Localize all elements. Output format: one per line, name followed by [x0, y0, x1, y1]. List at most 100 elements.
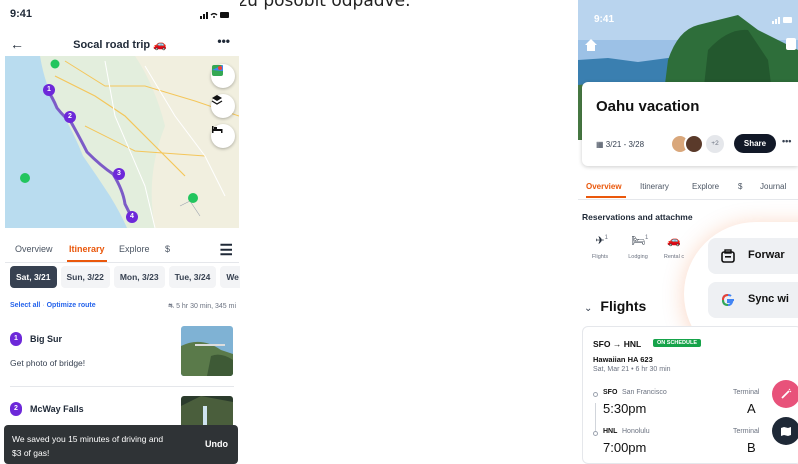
divider — [10, 386, 234, 387]
reservation-label: Rental c — [663, 254, 685, 260]
bed-icon[interactable] — [211, 124, 235, 148]
composite-screenshot: e pre jednoduché výlety môžu pôsobiť odp… — [0, 0, 798, 464]
departure-time: 5:30pm — [603, 401, 647, 416]
reservation-count: 1 — [644, 235, 649, 241]
map-stop-marker[interactable]: 1 — [43, 84, 55, 96]
forward-label: Forwar — [748, 249, 785, 261]
map-fab[interactable] — [772, 417, 798, 445]
distance-text: 5 hr 30 min, 345 mi — [176, 303, 236, 310]
extra-travelers-count: +2 — [706, 135, 724, 153]
magic-wand-fab[interactable] — [772, 380, 798, 408]
terminal-label: Terminal — [733, 389, 760, 396]
date-chip[interactable]: Tue, 3/24 — [168, 266, 217, 288]
forward-email-button[interactable]: Forwar — [708, 238, 798, 274]
reservation-lodging[interactable]: 🛏 1 Lodging — [620, 234, 656, 260]
arrival-time: 7:00pm — [603, 440, 647, 455]
tab-explore[interactable]: Explore — [119, 244, 150, 254]
briefcase-icon — [721, 249, 735, 263]
share-button[interactable]: Share — [734, 134, 776, 153]
map-poi-icon — [20, 173, 30, 183]
date-selector: Sat, 3/21 Sun, 3/22 Mon, 3/23 Tue, 3/24 We — [10, 266, 240, 288]
route-actions: Select all · Optimize route ⛐ 5 hr 30 mi… — [10, 302, 236, 311]
terminal-value: A — [747, 401, 756, 416]
place-number: 2 — [10, 402, 22, 416]
date-chip[interactable]: We — [220, 266, 240, 288]
calendar-icon: ▦ — [596, 140, 606, 149]
date-range[interactable]: ▦ 3/21 - 3/28 — [596, 140, 644, 149]
home-icon[interactable] — [584, 38, 598, 52]
map-stop-marker[interactable]: 3 — [113, 168, 125, 180]
date-chip[interactable]: Sun, 3/22 — [60, 266, 110, 288]
reservation-label: Lodging — [628, 254, 648, 260]
tab-overview[interactable]: Overview — [586, 182, 622, 191]
trip-title: Oahu vacation — [596, 98, 700, 115]
tab-budget[interactable]: $ — [738, 182, 742, 191]
toast-message: We saved you 15 minutes of driving and $… — [12, 434, 164, 458]
bed-icon: 🛏 1 — [620, 234, 656, 248]
status-time: 9:41 — [594, 14, 615, 25]
date-range-text: 3/21 - 3/28 — [605, 140, 645, 149]
car-icon: 🚗 — [667, 235, 681, 247]
flight-date: Sat, Mar 21 • 6 hr 30 min — [593, 366, 671, 373]
traveler-avatars[interactable]: +2 — [670, 134, 734, 154]
photo-icon[interactable] — [786, 38, 796, 50]
flight-route: SFO → HNL — [593, 339, 642, 349]
date-chip[interactable]: Mon, 3/23 — [113, 266, 165, 288]
divider — [5, 262, 239, 263]
route-map[interactable]: 1 2 3 4 — [5, 56, 239, 228]
place-name: McWay Falls — [30, 404, 84, 414]
chevron-down-icon: ⌄ — [584, 303, 593, 314]
place-note[interactable]: Get photo of bridge! — [10, 358, 85, 368]
place-number: 1 — [10, 332, 22, 346]
reservation-rental-car[interactable]: 🚗 Rental c — [656, 234, 692, 260]
map-stop-marker[interactable]: 2 — [64, 111, 76, 123]
trip-tabs: Overview Itinerary Explore $ ☰ — [5, 240, 239, 262]
google-icon — [721, 293, 734, 307]
tab-explore[interactable]: Explore — [692, 182, 719, 191]
map-icon — [781, 427, 791, 436]
signal-wifi-battery-icon — [200, 12, 229, 19]
terminal-label: Terminal — [733, 428, 760, 435]
google-maps-icon[interactable] — [211, 64, 235, 88]
undo-button[interactable]: Undo — [205, 439, 228, 449]
menu-icon[interactable]: ☰ — [220, 241, 233, 259]
flight-card[interactable]: SFO → HNL ON SCHEDULE Hawaiian HA 623 Sa… — [582, 326, 798, 464]
divider — [578, 199, 798, 200]
more-options-button[interactable]: ••• — [782, 136, 791, 146]
reservation-label: Flights — [591, 254, 609, 260]
layers-icon[interactable] — [211, 94, 235, 118]
airport-code: SFO — [603, 389, 618, 396]
avatar — [684, 134, 704, 154]
plane-icon: ✈ 1 — [582, 234, 618, 248]
flights-section-header[interactable]: ⌄ Flights — [584, 298, 684, 316]
tab-journal[interactable]: Journal — [760, 182, 786, 191]
trip-header: ← Socal road trip 🚗 ••• — [0, 30, 240, 58]
tab-itinerary[interactable]: Itinerary — [640, 182, 669, 191]
route-distance: ⛐ 5 hr 30 min, 345 mi — [168, 302, 236, 311]
tab-budget[interactable]: $ — [165, 244, 170, 254]
terminal-value: B — [747, 440, 756, 455]
status-icons — [772, 16, 792, 26]
tab-overview[interactable]: Overview — [15, 244, 53, 254]
map-canvas — [5, 56, 239, 228]
sync-gmail-button[interactable]: Sync wi — [708, 282, 798, 318]
select-all-link[interactable]: Select all — [10, 302, 40, 309]
flights-title: Flights — [600, 298, 647, 314]
timeline-dot — [593, 431, 598, 436]
oahu-trip-screen: 9:41 Oahu vacation ▦ 3/21 - 3/28 +2 Shar… — [578, 0, 798, 464]
flight-airline: Hawaiian HA 623 — [593, 355, 653, 364]
reservation-count: 1 — [604, 235, 608, 241]
reservation-flights[interactable]: ✈ 1 Flights — [582, 234, 618, 260]
active-tab-indicator — [586, 196, 626, 198]
trip-tabs: Overview Itinerary Explore $ Journal — [578, 180, 798, 198]
road-trip-screen: 9:41 ← Socal road trip 🚗 ••• 1 2 3 4 Ove… — [0, 0, 240, 464]
tab-itinerary[interactable]: Itinerary — [69, 244, 105, 254]
savings-toast: We saved you 15 minutes of driving and $… — [4, 425, 238, 464]
date-chip[interactable]: Sat, 3/21 — [10, 266, 57, 288]
optimize-route-link[interactable]: Optimize route — [47, 302, 96, 309]
more-options-button[interactable]: ••• — [217, 34, 230, 48]
trip-title: Socal road trip 🚗 — [73, 39, 167, 51]
separator: · — [42, 302, 45, 309]
timeline-dot — [593, 392, 598, 397]
map-stop-marker[interactable]: 4 — [126, 211, 138, 223]
